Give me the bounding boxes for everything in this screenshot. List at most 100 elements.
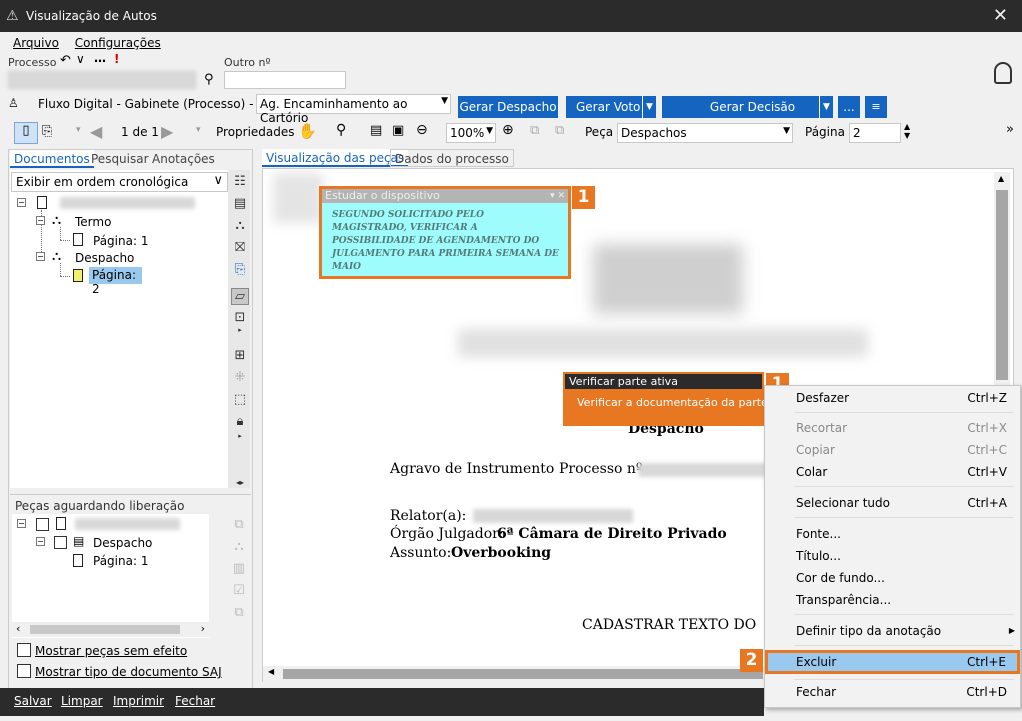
hand-icon[interactable]: ✋: [298, 122, 317, 140]
last-page-icon[interactable]: ▾: [196, 125, 201, 135]
gerar-decisao-button[interactable]: Gerar Decisão Monocrática▼: [662, 96, 833, 136]
menu-item-desfazer[interactable]: Desfazer Ctrl+Z: [765, 387, 1021, 409]
spinner-icon[interactable]: ⁜: [231, 370, 249, 385]
note-text[interactable]: SEGUNDO SOLICITADO PELO MAGISTRADO, VERI…: [332, 209, 560, 274]
chevron-right-icon[interactable]: ▸: [231, 432, 249, 440]
chevron-down-icon[interactable]: ▼: [642, 96, 656, 118]
peca-select[interactable]: Despachos ▼: [617, 123, 793, 143]
menu-item-excluir[interactable]: Excluir Ctrl+E: [765, 650, 1020, 674]
zoom-in-icon[interactable]: ⊕: [502, 122, 514, 138]
checkbox[interactable]: [54, 536, 67, 549]
fit-page-icon[interactable]: ▣: [392, 123, 404, 138]
copy-icon[interactable]: ⎘: [42, 124, 52, 139]
prev-page-icon[interactable]: ◀: [90, 122, 102, 141]
gerar-despacho-button[interactable]: Gerar Despacho: [458, 96, 558, 118]
tree-termo[interactable]: Termo: [75, 215, 111, 229]
close-icon[interactable]: ✕: [993, 5, 1008, 26]
export-icon[interactable]: ⎘: [231, 262, 249, 277]
more-button[interactable]: ...: [838, 96, 860, 118]
more-icon[interactable]: …: [94, 51, 106, 65]
bell-icon[interactable]: [994, 62, 1012, 84]
tab-dados[interactable]: Dados do processo: [390, 149, 514, 167]
show-saj-label[interactable]: Mostrar tipo de documento SAJ: [35, 665, 222, 679]
menu-item-titulo[interactable]: Título...: [765, 545, 1021, 567]
seal-add-icon[interactable]: ⛬: [231, 218, 249, 233]
horizontal-scrollbar[interactable]: ‹ ›: [12, 622, 209, 637]
outro-input[interactable]: [224, 71, 346, 89]
note-close-icon[interactable]: ▾ ✕: [550, 189, 565, 203]
menu-item-transparencia[interactable]: Transparência...: [765, 589, 1021, 611]
scroll-arrows-icon[interactable]: ◂▸: [231, 478, 249, 487]
overflow-icon[interactable]: »: [1006, 122, 1014, 137]
fit-width-icon[interactable]: ▤: [370, 123, 382, 138]
properties-button[interactable]: Propriedades: [216, 125, 295, 139]
tab-visualizacao[interactable]: Visualização das peças: [262, 149, 409, 167]
clear-button[interactable]: Limpar: [61, 694, 103, 708]
copy-icon[interactable]: ⧉: [228, 602, 250, 624]
show-no-effect-checkbox[interactable]: [17, 643, 31, 657]
menu-item-copiar[interactable]: Copiar Ctrl+C: [765, 439, 1021, 461]
first-page-icon[interactable]: ▾: [76, 125, 81, 135]
pending-tool-icon[interactable]: ⧉: [228, 514, 250, 536]
menu-item-recortar[interactable]: Recortar Ctrl+X: [765, 417, 1021, 439]
queue-select[interactable]: Ag. Encaminhamento ao Cartório ▼: [256, 94, 451, 125]
menu-item-colar[interactable]: Colar Ctrl+V: [765, 461, 1021, 483]
collapse-toggle[interactable]: −: [36, 252, 45, 261]
annotation-mode-icon[interactable]: ▯: [14, 122, 38, 144]
search-icon[interactable]: ⚲: [204, 72, 214, 87]
approve-icon[interactable]: ☑: [228, 580, 250, 602]
show-saj-checkbox[interactable]: [17, 664, 31, 678]
pending-page[interactable]: Página: 1: [93, 554, 148, 568]
pending-despacho[interactable]: Despacho: [93, 536, 152, 550]
note-list-icon[interactable]: ⊡: [231, 310, 249, 325]
add-note-icon[interactable]: ⊞: [231, 348, 249, 363]
list-icon[interactable]: ☷: [231, 174, 249, 189]
processo-input[interactable]: [8, 71, 196, 89]
tab-anotacoes[interactable]: Anotações: [148, 150, 219, 168]
arrow-box-icon[interactable]: ⬚: [231, 392, 249, 407]
close-button[interactable]: Fechar: [175, 694, 215, 708]
lock-icon[interactable]: 🔒︎: [231, 414, 249, 429]
menu-item-definir-tipo[interactable]: Definir tipo da anotação ▶: [765, 620, 1021, 642]
collapse-toggle[interactable]: −: [17, 519, 26, 528]
menu-item-selecionar[interactable]: Selecionar tudo Ctrl+A: [765, 492, 1021, 514]
pagina-stepper[interactable]: ▲ ▼: [904, 122, 910, 140]
pages-icon[interactable]: ⧉: [555, 123, 564, 138]
next-page-icon[interactable]: ▶: [161, 122, 173, 141]
order-select[interactable]: Exibir em ordem cronológica ∨: [11, 172, 228, 192]
checkbox[interactable]: [36, 518, 49, 531]
chevron-right-icon[interactable]: ▸: [231, 326, 249, 334]
active-note-text[interactable]: Verificar a documentação da parte at: [565, 389, 782, 409]
collapse-toggle[interactable]: −: [36, 537, 45, 546]
zoom-select[interactable]: 100% ▼: [446, 123, 496, 143]
pagina-input[interactable]: 2: [849, 123, 901, 143]
menu-item-cor[interactable]: Cor de fundo...: [765, 567, 1021, 589]
rotate-icon[interactable]: ⧉: [530, 123, 539, 138]
process-number-node[interactable]: [60, 197, 195, 209]
save-button[interactable]: Salvar: [14, 694, 52, 708]
seal-icon[interactable]: ⛬: [228, 536, 250, 558]
chevron-down-icon[interactable]: ∨: [76, 52, 85, 66]
active-note-title[interactable]: Verificar parte ativa: [565, 374, 762, 389]
tab-documentos[interactable]: Documentos: [10, 150, 94, 168]
zoom-out-icon[interactable]: ⊖: [416, 122, 428, 138]
menu-item-fonte[interactable]: Fonte...: [765, 523, 1021, 545]
trash-icon[interactable]: ▥: [228, 558, 250, 580]
tree-termo-page[interactable]: Página: 1: [93, 234, 148, 248]
sticky-note[interactable]: Estudar o dispositivo ▾ ✕ SEGUNDO SOLICIT…: [319, 186, 571, 279]
collapse-toggle[interactable]: −: [36, 216, 45, 225]
chevron-down-icon[interactable]: ▼: [819, 96, 833, 118]
tree-despacho-page[interactable]: Página: 2: [89, 267, 142, 296]
menu-arquivo[interactable]: Arquivo: [13, 36, 59, 50]
stack-icon[interactable]: ▤: [231, 196, 249, 211]
gerar-voto-button[interactable]: Gerar Voto ▼: [566, 96, 656, 118]
tree-despacho[interactable]: Despacho: [75, 251, 134, 265]
note-title-bar[interactable]: Estudar o dispositivo ▾ ✕: [322, 189, 568, 203]
pending-process-node[interactable]: [75, 518, 180, 530]
collapse-toggle[interactable]: −: [17, 198, 26, 207]
collapse-icon[interactable]: ≡: [865, 96, 887, 118]
back-icon[interactable]: ↶: [60, 53, 71, 68]
menu-item-fechar[interactable]: Fechar Ctrl+D: [765, 681, 1021, 703]
menu-configuracoes[interactable]: Configurações: [75, 36, 161, 50]
active-note[interactable]: Verificar parte ativa Verificar a docume…: [563, 372, 782, 426]
